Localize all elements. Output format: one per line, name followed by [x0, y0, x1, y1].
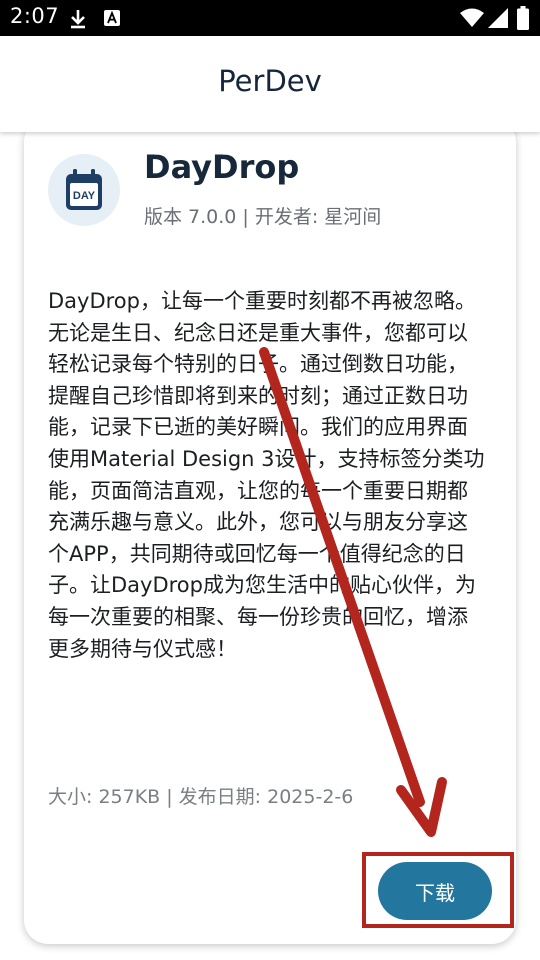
download-button[interactable]: 下载: [378, 862, 492, 920]
app-logo: DAY: [48, 154, 120, 226]
app-detail-card: DAY DayDrop 版本 7.0.0 | 开发者: 星河间 DayDrop，…: [24, 118, 516, 944]
calendar-icon: DAY: [66, 169, 102, 210]
status-bar: 2:07: [0, 0, 540, 36]
battery-icon: [517, 6, 529, 30]
a-badge-icon: [104, 10, 120, 26]
app-name: DayDrop: [144, 148, 300, 186]
signal-icon: [488, 8, 508, 28]
app-meta: 版本 7.0.0 | 开发者: 星河间: [144, 206, 382, 228]
top-app-bar: PerDev: [0, 36, 540, 132]
wifi-icon: [460, 8, 484, 27]
calendar-icon-label: DAY: [73, 190, 96, 202]
app-description: DayDrop，让每一个重要时刻都不再被忽略。无论是生日、纪念日还是重大事件，您…: [48, 289, 485, 661]
app-size-date: 大小: 257KB | 发布日期: 2025-2-6: [48, 786, 354, 808]
download-icon: [71, 10, 85, 29]
status-time: 2:07: [10, 4, 60, 28]
app-title: PerDev: [218, 64, 322, 98]
